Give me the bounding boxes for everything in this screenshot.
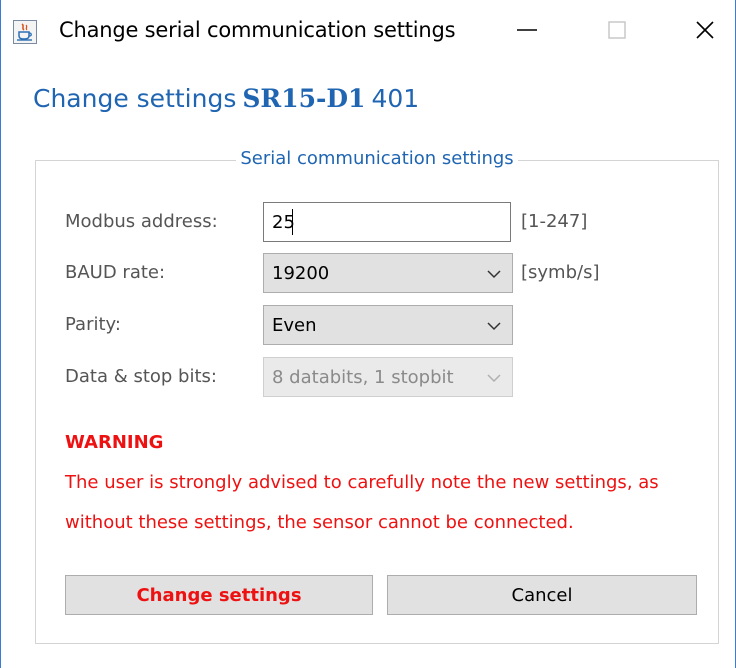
group-legend-text: Serial communication settings [236,148,518,169]
modbus-address-label: Modbus address: [65,211,218,232]
cancel-button[interactable]: Cancel [387,575,697,615]
warning-text-line-1: The user is strongly advised to carefull… [65,472,659,493]
baud-rate-value: 19200 [272,262,330,284]
maximize-button[interactable] [585,0,649,64]
heading-prefix: Change settings [33,84,237,113]
parity-value: Even [272,314,317,336]
close-button[interactable] [673,0,736,64]
close-icon [695,20,715,44]
parity-label: Parity: [65,314,121,335]
data-stop-bits-value: 8 databits, 1 stopbit [272,366,454,388]
heading-model: SR15-D1 [242,84,366,113]
group-legend: Serial communication settings [35,148,719,169]
minimize-icon [517,20,537,44]
baud-unit-label: [symb/s] [521,262,600,283]
baud-rate-label: BAUD rate: [65,262,166,283]
dialog-window: Change serial communication settings Cha… [0,0,736,668]
data-stop-bits-select: 8 databits, 1 stopbit [263,357,513,397]
warning-title: WARNING [65,432,164,453]
chevron-down-icon [486,370,502,386]
maximize-icon [607,20,627,44]
dialog-heading: Change settings SR15-D1 401 [33,84,419,113]
title-bar[interactable]: Change serial communication settings [1,0,735,64]
change-settings-button[interactable]: Change settings [65,575,373,615]
minimize-button[interactable] [495,0,559,64]
java-app-icon [13,20,37,44]
chevron-down-icon [486,318,502,334]
parity-select[interactable]: Even [263,305,513,345]
window-title: Change serial communication settings [59,18,456,42]
baud-rate-select[interactable]: 19200 [263,253,513,293]
text-caret [292,209,293,235]
data-stop-bits-label: Data & stop bits: [65,366,217,387]
chevron-down-icon [486,266,502,282]
warning-text-line-2: without these settings, the sensor canno… [65,512,574,533]
modbus-range-label: [1-247] [521,211,588,232]
modbus-address-input[interactable] [263,202,511,242]
heading-number: 401 [371,84,420,113]
